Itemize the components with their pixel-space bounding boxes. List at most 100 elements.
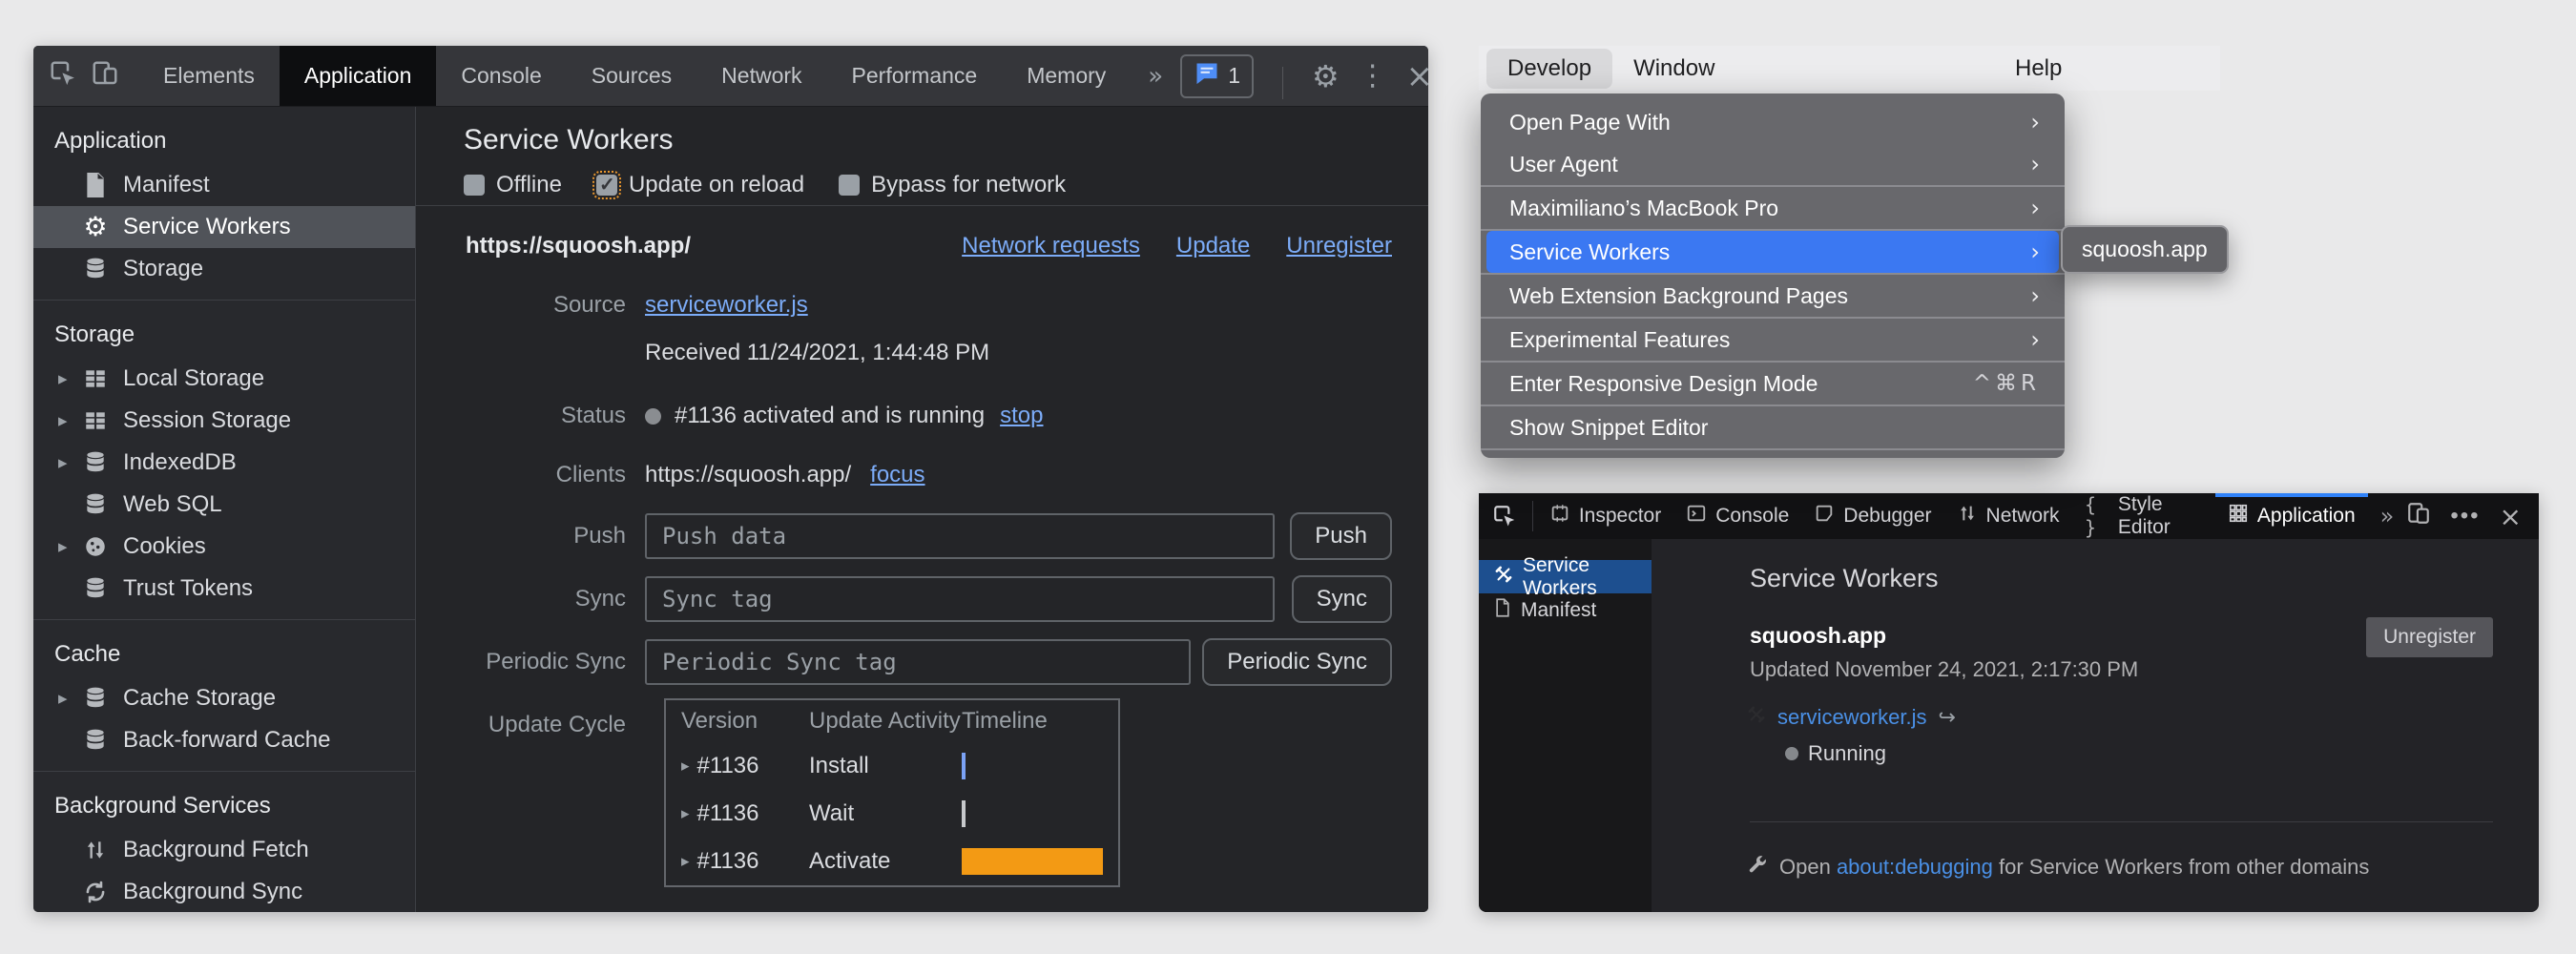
menubar-item-help[interactable]: Help xyxy=(1994,49,2083,89)
clients-label: Clients xyxy=(416,462,645,488)
issues-badge[interactable]: 1 xyxy=(1180,54,1254,98)
update-cycle-table: Version Update Activity Timeline ▸#1136 … xyxy=(664,698,1120,887)
unregister-button[interactable]: Unregister xyxy=(2366,617,2493,657)
sidebar-item-storage[interactable]: Storage xyxy=(33,248,415,290)
sidebar-item-back-forward-cache[interactable]: Back-forward Cache xyxy=(33,719,415,761)
sidebar-item-indexeddb[interactable]: ▸ IndexedDB xyxy=(33,442,415,484)
tab-application[interactable]: Application xyxy=(2215,493,2368,539)
more-tabs-button[interactable]: » xyxy=(2368,493,2407,539)
submenu-chevron-icon: › xyxy=(2030,195,2040,221)
table-row[interactable]: ▸#1136 Install xyxy=(666,742,1118,790)
menubar-item-develop[interactable]: Develop xyxy=(1486,49,1612,89)
menubar-item-window[interactable]: Window xyxy=(1612,49,1735,89)
service-workers-submenu-tooltip[interactable]: squoosh.app xyxy=(2061,225,2229,274)
sidebar-item-manifest[interactable]: Manifest xyxy=(33,164,415,206)
tab-memory[interactable]: Memory xyxy=(1002,46,1131,106)
stop-link[interactable]: stop xyxy=(1000,403,1043,429)
develop-menu: Open Page With › User Agent › Maximilian… xyxy=(1481,93,2065,458)
menu-item-enter-responsive-design-mode[interactable]: Enter Responsive Design Mode ^⌘R xyxy=(1481,363,2065,404)
menu-item-user-agent[interactable]: User Agent › xyxy=(1481,143,2065,185)
activity-cell: Activate xyxy=(809,848,962,875)
push-button[interactable]: Push xyxy=(1290,512,1392,560)
unregister-link[interactable]: Unregister xyxy=(1286,233,1392,259)
tab-performance[interactable]: Performance xyxy=(827,46,1003,106)
tab-inspector[interactable]: Inspector xyxy=(1537,493,1673,539)
push-data-input[interactable] xyxy=(645,513,1275,559)
sidebar-item-cookies[interactable]: ▸ Cookies xyxy=(33,526,415,568)
sidebar-item-web-sql[interactable]: Web SQL xyxy=(33,484,415,526)
menu-item-service-workers[interactable]: Service Workers › xyxy=(1486,231,2059,273)
activity-column-header: Update Activity xyxy=(809,708,962,735)
worker-script-link[interactable]: serviceworker.js xyxy=(1777,705,1926,730)
expand-caret-icon[interactable]: ▸ xyxy=(681,804,690,823)
sync-button[interactable]: Sync xyxy=(1292,575,1392,623)
tab-console[interactable]: Console xyxy=(1673,493,1801,539)
sidebar-item-session-storage[interactable]: ▸ Session Storage xyxy=(33,400,415,442)
pick-element-icon[interactable] xyxy=(1479,493,1528,539)
sidebar-item-local-storage[interactable]: ▸ Local Storage xyxy=(33,358,415,400)
sync-tag-input[interactable] xyxy=(645,576,1275,622)
tab-console[interactable]: Console xyxy=(436,46,566,106)
update-link[interactable]: Update xyxy=(1176,233,1250,259)
expand-caret-icon[interactable]: ▸ xyxy=(681,852,690,871)
menu-item-label: Service Workers xyxy=(1509,239,1670,265)
inspect-element-icon[interactable] xyxy=(49,59,77,93)
inspector-icon xyxy=(1549,503,1570,529)
sidebar-item-cache-storage[interactable]: ▸ Cache Storage xyxy=(33,677,415,719)
sidebar-item-background-sync[interactable]: Background Sync xyxy=(33,871,415,912)
periodic-sync-button[interactable]: Periodic Sync xyxy=(1202,638,1392,686)
source-file-link[interactable]: serviceworker.js xyxy=(645,292,808,319)
responsive-design-icon[interactable] xyxy=(2406,501,2431,531)
settings-gear-icon[interactable]: ⚙ xyxy=(1312,61,1340,92)
expand-caret-icon[interactable]: ▸ xyxy=(58,368,81,389)
checkbox-checked-icon[interactable] xyxy=(596,175,617,196)
offline-checkbox[interactable]: Offline xyxy=(464,172,562,198)
sidebar-item-service-workers[interactable]: Service Workers xyxy=(1479,560,1652,593)
submenu-chevron-icon: › xyxy=(2030,238,2040,265)
tab-debugger[interactable]: Debugger xyxy=(1801,493,1943,539)
expand-caret-icon[interactable]: ▸ xyxy=(58,536,81,557)
expand-caret-icon[interactable]: ▸ xyxy=(681,757,690,776)
device-toolbar-icon[interactable] xyxy=(91,59,119,93)
focus-link[interactable]: focus xyxy=(870,462,924,488)
checkbox-label: Offline xyxy=(496,172,562,198)
sidebar-item-background-fetch[interactable]: Background Fetch xyxy=(33,829,415,871)
table-row[interactable]: ▸#1136 Wait xyxy=(666,790,1118,838)
close-devtools-icon[interactable]: × xyxy=(2500,501,2522,532)
tab-application[interactable]: Application xyxy=(280,46,437,106)
tools-icon xyxy=(1494,565,1513,590)
expand-caret-icon[interactable]: ▸ xyxy=(58,410,81,431)
menu-item-show-snippet-editor[interactable]: Show Snippet Editor xyxy=(1481,406,2065,448)
expand-caret-icon[interactable]: ▸ xyxy=(58,452,81,473)
bypass-for-network-checkbox[interactable]: Bypass for network xyxy=(839,172,1066,198)
periodic-sync-tag-input[interactable] xyxy=(645,639,1191,685)
tab-network[interactable]: Network xyxy=(1944,493,2072,539)
tab-elements[interactable]: Elements xyxy=(138,46,280,106)
push-label: Push xyxy=(416,523,645,550)
footer-prefix: Open xyxy=(1779,855,1837,879)
tab-label: Debugger xyxy=(1843,505,1931,528)
close-devtools-icon[interactable]: × xyxy=(1406,60,1428,93)
about-debugging-link[interactable]: about:debugging xyxy=(1837,855,1993,879)
sidebar-item-service-workers[interactable]: ⚙ Service Workers xyxy=(33,206,415,248)
table-row[interactable]: ▸#1136 Activate xyxy=(666,838,1118,885)
meatball-menu-icon[interactable]: ••• xyxy=(2450,503,2480,529)
menu-item-label: Maximiliano’s MacBook Pro xyxy=(1509,196,1778,221)
network-requests-link[interactable]: Network requests xyxy=(962,233,1140,259)
more-tabs-button[interactable]: » xyxy=(1131,46,1180,106)
kebab-menu-icon[interactable]: ⋮ xyxy=(1359,62,1387,91)
tab-network[interactable]: Network xyxy=(696,46,826,106)
menu-item-web-extension-background-pages[interactable]: Web Extension Background Pages › xyxy=(1481,275,2065,317)
menu-item-experimental-features[interactable]: Experimental Features › xyxy=(1481,319,2065,361)
expand-caret-icon[interactable]: ▸ xyxy=(58,688,81,709)
checkbox-unchecked-icon[interactable] xyxy=(839,175,860,196)
checkbox-unchecked-icon[interactable] xyxy=(464,175,485,196)
sw-origin: squoosh.app xyxy=(1750,623,1886,649)
menu-item-macbook-pro[interactable]: Maximiliano’s MacBook Pro › xyxy=(1481,187,2065,229)
panel-title: Service Workers xyxy=(1750,564,1939,593)
tab-sources[interactable]: Sources xyxy=(567,46,696,106)
update-on-reload-checkbox[interactable]: Update on reload xyxy=(596,172,804,198)
tab-style-editor[interactable]: { } Style Editor xyxy=(2072,493,2215,539)
sidebar-item-trust-tokens[interactable]: Trust Tokens xyxy=(33,568,415,610)
menu-item-open-page-with[interactable]: Open Page With › xyxy=(1481,101,2065,143)
